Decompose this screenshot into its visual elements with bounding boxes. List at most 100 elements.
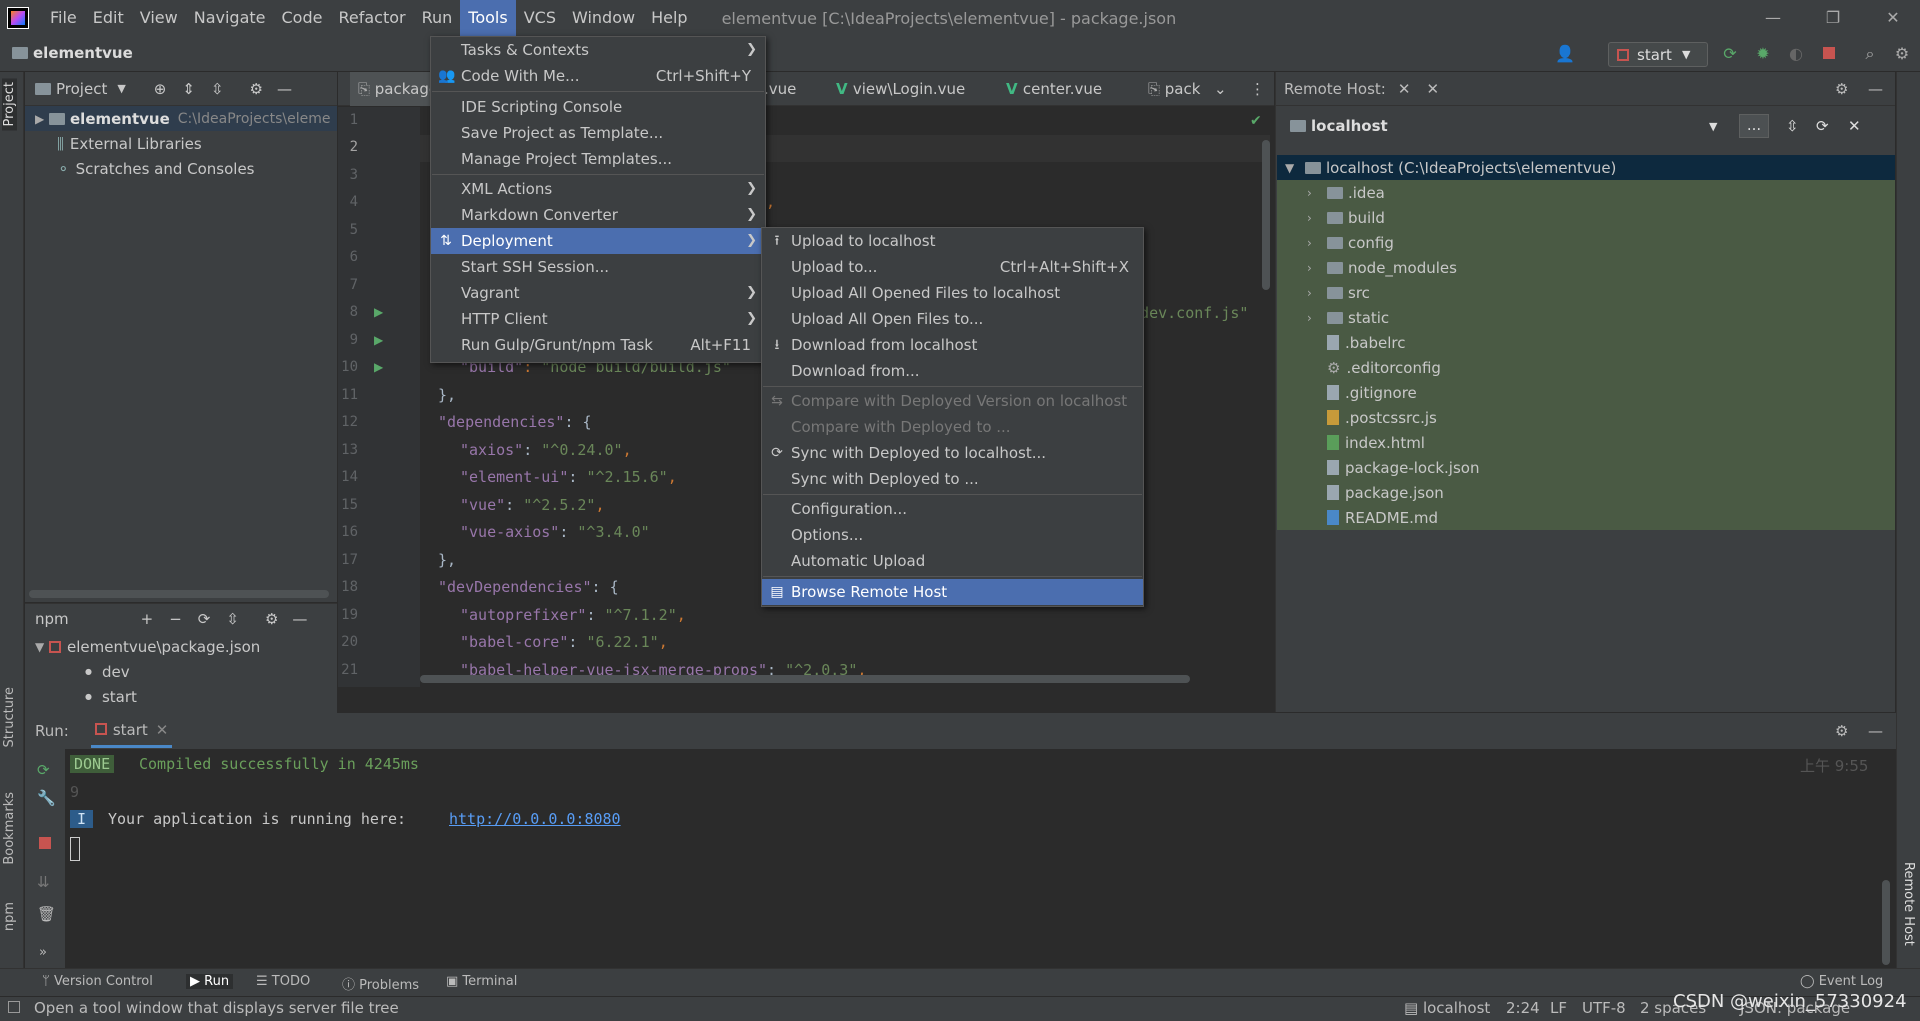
run-tab-start[interactable]: start ✕ (90, 715, 173, 748)
chevron-down-icon[interactable]: ⌄ (1214, 72, 1227, 106)
menu-navigate[interactable]: Navigate (186, 0, 274, 36)
collapse-all-icon[interactable]: ⇳ (1786, 117, 1799, 135)
chevron-right-icon[interactable]: › (1307, 311, 1321, 325)
remote-folder[interactable]: › build (1277, 205, 1895, 230)
status-server[interactable]: ▤ localhost (1404, 999, 1490, 1017)
editor-tab-vue[interactable]: .vue (764, 72, 796, 106)
project-tool-tab[interactable]: Project (2, 78, 17, 131)
menu-item-save-project-template[interactable]: Save Project as Template... (431, 120, 765, 146)
trash-icon[interactable]: 🗑 (37, 905, 56, 923)
menu-run[interactable]: Run (414, 0, 461, 36)
menu-item-vagrant[interactable]: Vagrant ❯ (431, 280, 765, 306)
restore-icon[interactable]: ❐ (1806, 0, 1860, 36)
npm-script-start[interactable]: ● start (25, 684, 337, 709)
vertical-scrollbar[interactable] (1262, 140, 1270, 290)
hide-icon[interactable]: — (1868, 722, 1883, 740)
horizontal-scrollbar[interactable] (420, 675, 1190, 683)
settings-gear-icon[interactable]: ⚙ (1835, 722, 1848, 740)
run-tab[interactable]: ▶ Run (186, 974, 234, 989)
menu-item-ide-scripting-console[interactable]: IDE Scripting Console (431, 94, 765, 120)
menu-window[interactable]: Window (564, 0, 643, 36)
chevron-down-icon[interactable]: ▼ (117, 82, 125, 95)
menu-refactor[interactable]: Refactor (330, 0, 413, 36)
remote-folder[interactable]: › config (1277, 230, 1895, 255)
locate-icon[interactable]: ⊕ (154, 80, 167, 98)
horizontal-scrollbar[interactable] (29, 590, 329, 598)
menu-vcs[interactable]: VCS (516, 0, 564, 36)
chevron-right-icon[interactable]: › (1307, 261, 1321, 275)
remote-folder[interactable]: › static (1277, 305, 1895, 330)
refresh-icon[interactable]: ⟳ (1816, 117, 1829, 135)
add-icon[interactable]: + (141, 610, 154, 628)
menu-item-xml-actions[interactable]: XML Actions ❯ (431, 176, 765, 202)
remote-file[interactable]: .gitignore (1277, 380, 1895, 405)
caret-position[interactable]: 2:24 (1506, 999, 1540, 1017)
menu-item-download-from[interactable]: Download from... (762, 358, 1143, 384)
more-icon[interactable]: » (39, 945, 47, 960)
hide-icon[interactable]: — (292, 610, 307, 628)
remote-host-tool-tab[interactable]: Remote Host (1901, 862, 1916, 946)
wrench-icon[interactable]: 🔧 (37, 789, 56, 807)
terminal-tab[interactable]: ▣ Terminal (446, 974, 517, 989)
run-script-icon[interactable]: ▶ (374, 305, 383, 319)
menu-item-sync-localhost[interactable]: ⟳ Sync with Deployed to localhost... (762, 440, 1143, 466)
user-icon[interactable]: 👤 (1555, 44, 1575, 64)
tree-root[interactable]: ▶ elementvue C:\IdeaProjects\eleme (25, 106, 337, 131)
editor-tab-login-vue[interactable]: V view\Login.vue (836, 72, 965, 106)
remote-file[interactable]: ⚙ .editorconfig (1277, 355, 1895, 380)
close-tab-icon[interactable]: ✕ (156, 721, 169, 739)
more-vertical-icon[interactable]: ⋮ (1250, 72, 1265, 106)
remove-icon[interactable]: − (169, 610, 182, 628)
hide-icon[interactable]: — (277, 80, 292, 98)
npm-script-dev[interactable]: ● dev (25, 659, 337, 684)
structure-tool-tab[interactable]: Structure (2, 687, 17, 747)
profile-icon[interactable]: ◐ (1786, 44, 1806, 64)
search-icon[interactable]: ⌕ (1860, 44, 1880, 64)
chevron-right-icon[interactable]: ▶ (35, 112, 49, 126)
menu-item-automatic-upload[interactable]: Automatic Upload (762, 548, 1143, 574)
chevron-down-icon[interactable]: ▼ (1709, 120, 1717, 133)
stop-icon[interactable] (39, 837, 51, 849)
tree-item-scratches[interactable]: ⚬ Scratches and Consoles (25, 156, 337, 181)
hide-icon[interactable]: — (1868, 80, 1883, 98)
menu-item-markdown-converter[interactable]: Markdown Converter ❯ (431, 202, 765, 228)
collapse-all-icon[interactable]: ⇳ (211, 80, 224, 98)
close-tab-icon[interactable]: ✕ (1426, 80, 1439, 98)
settings-gear-icon[interactable]: ⚙ (1835, 80, 1848, 98)
toggle-tool-windows-icon[interactable] (8, 1001, 20, 1013)
scroll-to-end-icon[interactable]: ⇊ (37, 873, 50, 891)
menu-item-sync-deployed[interactable]: Sync with Deployed to ... (762, 466, 1143, 492)
menu-item-start-ssh[interactable]: Start SSH Session... (431, 254, 765, 280)
menu-view[interactable]: View (132, 0, 186, 36)
npm-tool-tab[interactable]: npm (2, 902, 17, 931)
expand-all-icon[interactable]: ⇕ (182, 80, 195, 98)
chevron-right-icon[interactable]: › (1307, 236, 1321, 250)
remote-file[interactable]: README.md (1277, 505, 1895, 530)
version-control-tab[interactable]: ᛘ Version Control (42, 974, 153, 989)
menu-edit[interactable]: Edit (85, 0, 132, 36)
browse-button[interactable]: ... (1739, 114, 1769, 138)
collapse-all-icon[interactable]: ⇳ (226, 610, 239, 628)
menu-item-upload-all-open[interactable]: Upload All Open Files to... (762, 306, 1143, 332)
menu-item-deployment[interactable]: ⇅ Deployment ❯ (431, 228, 765, 254)
line-separator[interactable]: LF (1550, 999, 1567, 1017)
menu-code[interactable]: Code (274, 0, 331, 36)
remote-file[interactable]: .babelrc (1277, 330, 1895, 355)
close-window-icon[interactable]: ✕ (1866, 0, 1920, 36)
bookmarks-tool-tab[interactable]: Bookmarks (2, 792, 17, 865)
chevron-right-icon[interactable]: › (1307, 286, 1321, 300)
close-tab-icon[interactable]: ✕ (1398, 80, 1411, 98)
editor-tab-pack[interactable]: ⎘ pack (1148, 72, 1200, 106)
run-config-selector[interactable]: start ▼ (1608, 42, 1708, 67)
chevron-down-icon[interactable]: ▼ (1285, 161, 1299, 175)
project-panel-title[interactable]: Project (56, 80, 107, 98)
menu-item-upload-to[interactable]: Upload to... Ctrl+Alt+Shift+X (762, 254, 1143, 280)
menu-item-configuration[interactable]: Configuration... (762, 496, 1143, 522)
menu-item-options[interactable]: Options... (762, 522, 1143, 548)
server-selector[interactable]: localhost ▼ ... ⇳ ⟳ ✕ (1276, 106, 1895, 146)
close-icon[interactable]: ✕ (1848, 117, 1861, 135)
remote-file[interactable]: .postcssrc.js (1277, 405, 1895, 430)
menu-item-run-gulp-task[interactable]: Run Gulp/Grunt/npm Task Alt+F11 (431, 332, 765, 358)
settings-gear-icon[interactable]: ⚙ (250, 80, 263, 98)
remote-file[interactable]: package-lock.json (1277, 455, 1895, 480)
